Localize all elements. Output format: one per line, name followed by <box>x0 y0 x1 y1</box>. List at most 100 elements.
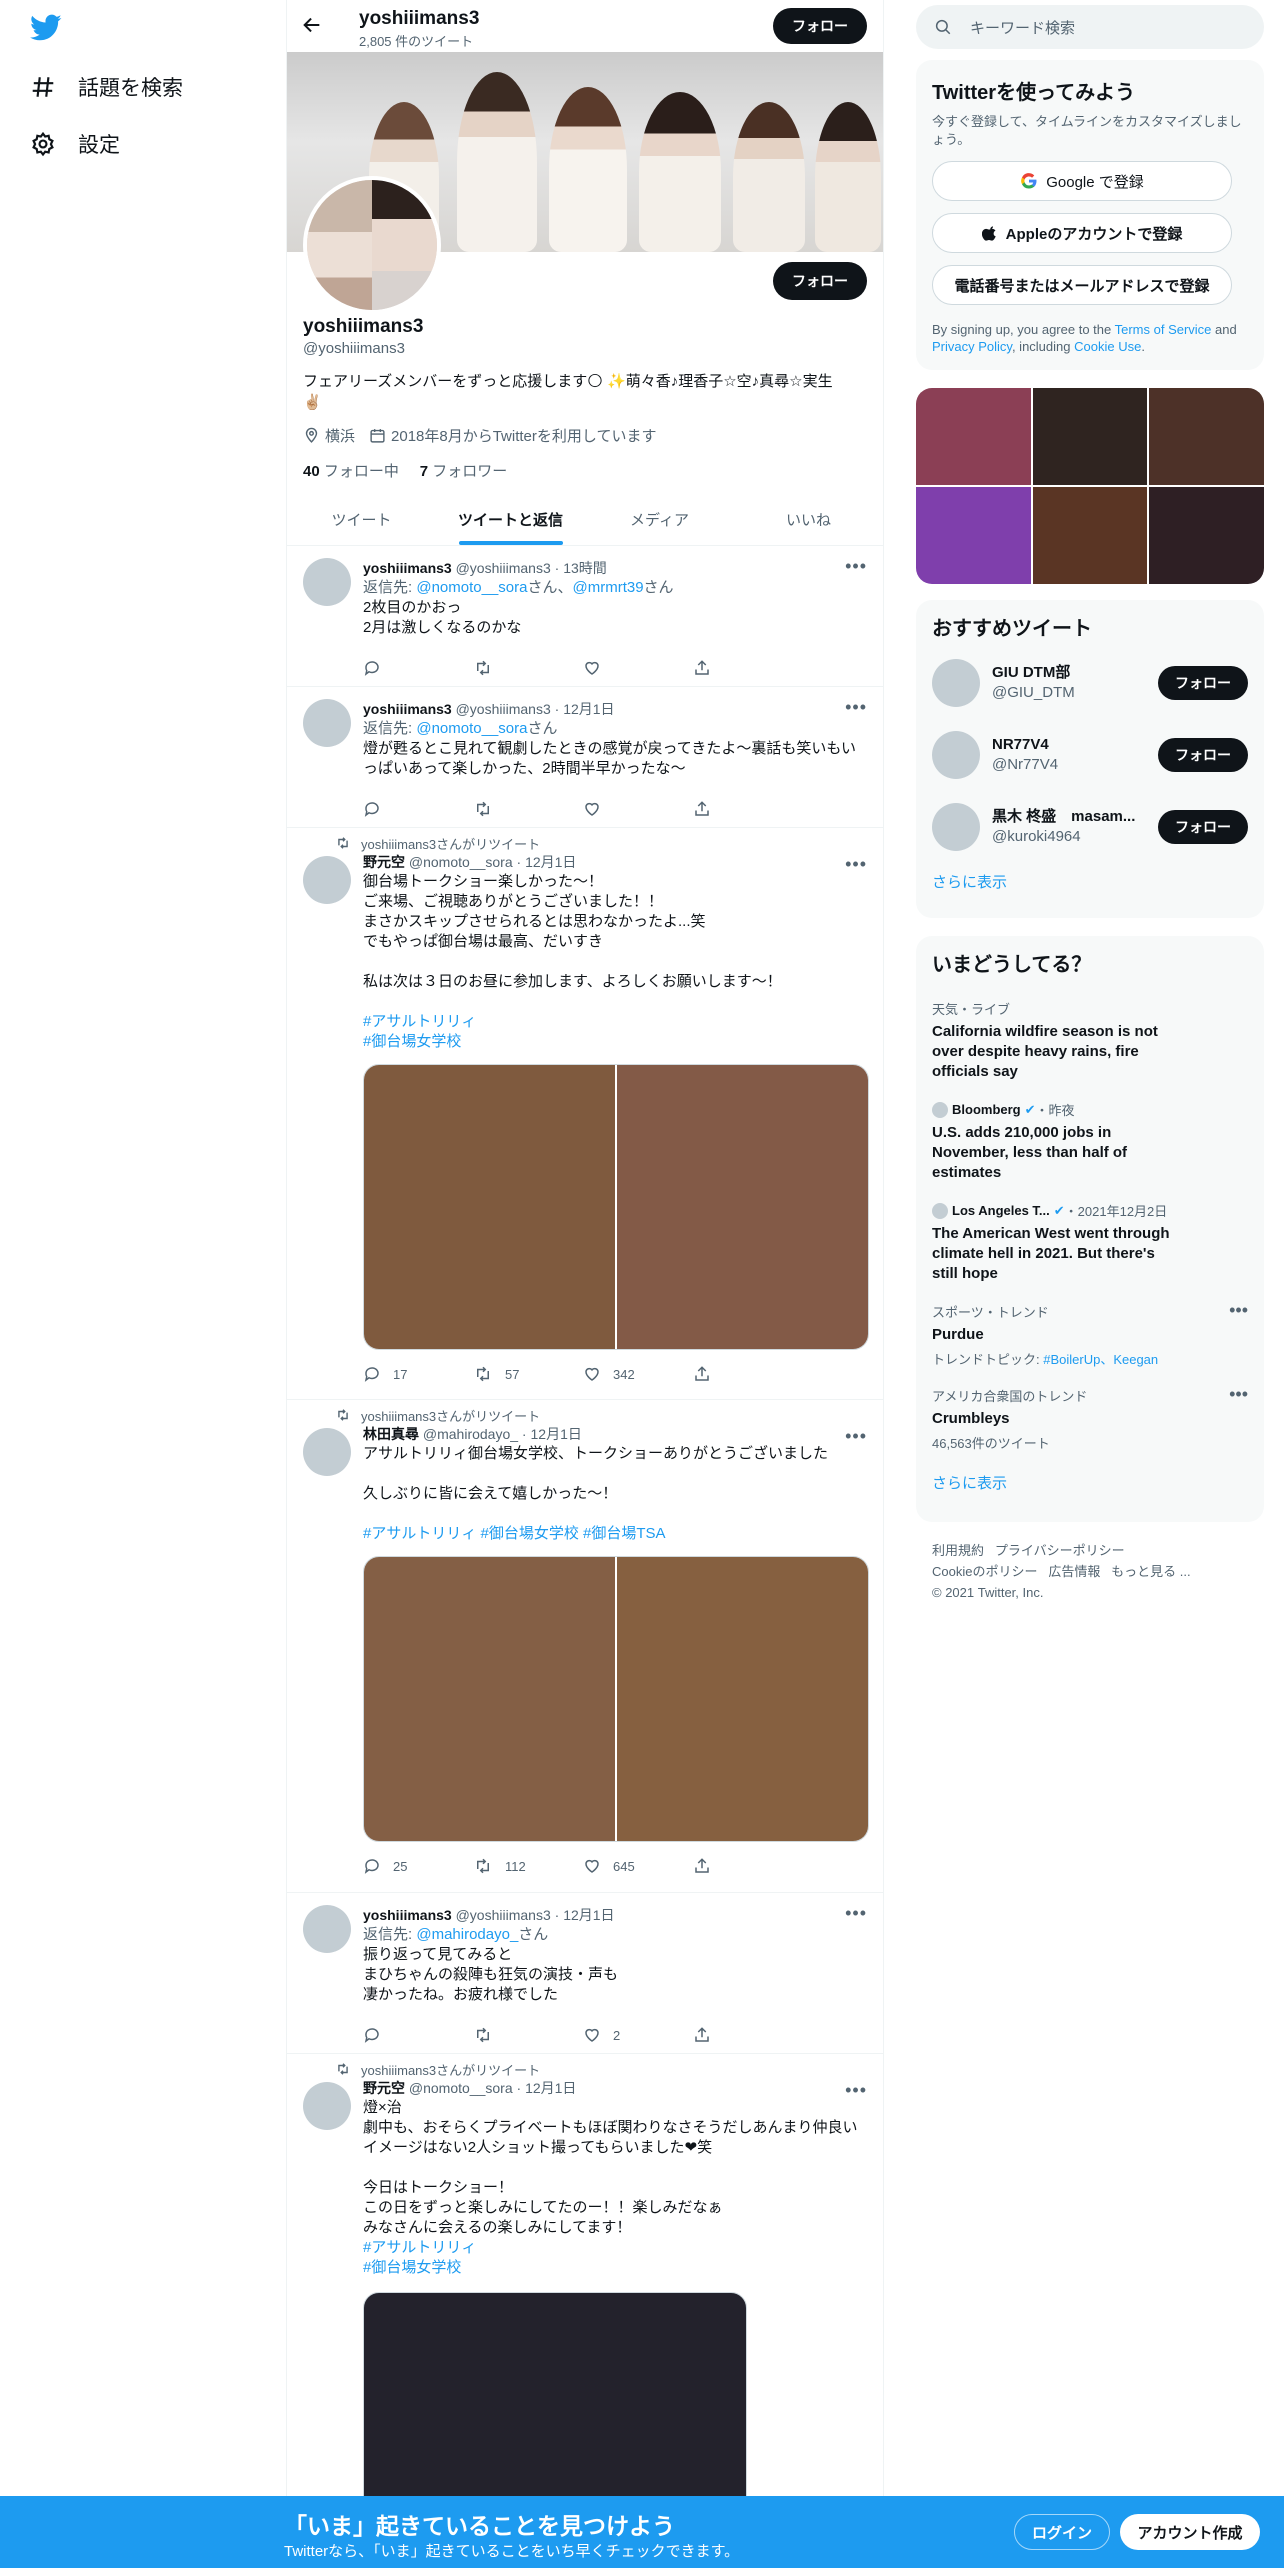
tweet-time[interactable]: 12月1日 <box>525 854 576 870</box>
followers-link[interactable]: 7 フォロワー <box>420 463 508 480</box>
hashtag-link[interactable]: #御台場女学校 <box>481 1525 579 1542</box>
following-link[interactable]: 40 フォロー中 <box>303 463 399 480</box>
retweet-button[interactable] <box>473 659 583 677</box>
trend-item[interactable]: Bloomberg ✔ ・昨夜 U.S. adds 210,000 jobs in … <box>932 1100 1248 1183</box>
tweet-media[interactable] <box>363 1064 869 1350</box>
media-thumbnail[interactable] <box>1149 487 1264 584</box>
avatar[interactable] <box>303 856 351 904</box>
avatar[interactable] <box>303 1905 351 1953</box>
tweet-time[interactable]: 12月1日 <box>563 1907 614 1923</box>
back-arrow-icon[interactable] <box>301 14 323 36</box>
like-button[interactable]: 2 <box>583 2026 693 2044</box>
share-button[interactable] <box>693 2026 803 2044</box>
hashtag-link[interactable]: #アサルトリリィ <box>363 2238 867 2258</box>
tweet-author-name[interactable]: 林田真尋 <box>363 1426 419 1442</box>
reply-mention-link[interactable]: @mrmrt39 <box>572 579 643 596</box>
create-account-button[interactable]: アカウント作成 <box>1120 2514 1260 2550</box>
more-icon[interactable]: ••• <box>845 2080 867 2101</box>
tweet-media[interactable] <box>363 1556 869 1842</box>
media-thumbnail[interactable] <box>916 388 1031 485</box>
reply-mention-link[interactable]: @nomoto__sora <box>416 720 527 737</box>
share-button[interactable] <box>693 800 803 818</box>
reply-button[interactable] <box>363 800 473 818</box>
reply-button[interactable] <box>363 659 473 677</box>
avatar[interactable] <box>932 731 980 779</box>
tab-media[interactable]: メディア <box>585 494 734 545</box>
tweet-author-name[interactable]: yoshiiimans3 <box>363 1907 452 1923</box>
tweet-time[interactable]: 12月1日 <box>531 1426 582 1442</box>
tab-tweets[interactable]: ツイート <box>287 494 436 545</box>
tweet[interactable]: ••• yoshiiimans3 @yoshiiimans3 · 12月1日 返… <box>287 1893 883 2054</box>
tweet-photo[interactable] <box>617 1065 868 1349</box>
trend-topic-link[interactable]: #BoilerUp、Keegan <box>1043 1352 1158 1367</box>
follow-suggestion[interactable]: 黒木 柊盛 masam... @kuroki4964 フォロー <box>932 791 1248 863</box>
hashtag-link[interactable]: #御台場女学校 <box>363 2258 867 2278</box>
tab-likes[interactable]: いいね <box>734 494 883 545</box>
footer-more-link[interactable]: もっと見る ... <box>1111 1564 1190 1579</box>
footer-cookie-link[interactable]: Cookieのポリシー <box>932 1564 1037 1579</box>
reply-mention-link[interactable]: @nomoto__sora <box>416 579 527 596</box>
tweet[interactable]: ••• yoshiiimans3 @yoshiiimans3 · 12月1日 返… <box>287 687 883 828</box>
retweet-button[interactable]: 57 <box>473 1365 583 1383</box>
reply-button[interactable]: 17 <box>363 1365 473 1383</box>
login-button[interactable]: ログイン <box>1014 2514 1110 2550</box>
avatar[interactable] <box>932 803 980 851</box>
suggestion-follow-button[interactable]: フォロー <box>1158 666 1248 700</box>
hashtag-link[interactable]: #御台場女学校 <box>363 1032 867 1052</box>
share-button[interactable] <box>693 659 803 677</box>
media-thumbnail[interactable] <box>1149 388 1264 485</box>
more-icon[interactable]: ••• <box>845 1903 867 1924</box>
tweet[interactable]: yoshiiimans3さんがリツイート ••• 林田真尋 @mahiroday… <box>287 1400 883 1893</box>
tweet-time[interactable]: 12月1日 <box>525 2080 576 2096</box>
tweet[interactable]: yoshiiimans3さんがリツイート ••• 野元空 @nomoto__so… <box>287 828 883 1400</box>
like-button[interactable] <box>583 800 693 818</box>
footer-ads-link[interactable]: 広告情報 <box>1048 1564 1100 1579</box>
twitter-logo-icon[interactable] <box>30 14 62 42</box>
more-icon[interactable]: ••• <box>1229 1384 1248 1405</box>
avatar[interactable] <box>303 1428 351 1476</box>
share-button[interactable] <box>693 1857 803 1875</box>
reply-button[interactable] <box>363 2026 473 2044</box>
tab-tweets-and-replies[interactable]: ツイートと返信 <box>436 494 585 545</box>
like-button[interactable] <box>583 659 693 677</box>
tweet-author-name[interactable]: yoshiiimans3 <box>363 560 452 576</box>
retweet-indicator-text[interactable]: yoshiiimans3さんがリツイート <box>361 834 540 853</box>
more-icon[interactable]: ••• <box>845 556 867 577</box>
show-more-link[interactable]: さらに表示 <box>932 871 1248 892</box>
privacy-link[interactable]: Privacy Policy <box>932 339 1012 354</box>
google-signup-button[interactable]: Google で登録 <box>932 161 1232 201</box>
suggestion-follow-button[interactable]: フォロー <box>1158 810 1248 844</box>
hashtag-link[interactable]: #アサルトリリィ <box>363 1012 867 1032</box>
retweet-button[interactable]: 112 <box>473 1857 583 1875</box>
suggestion-follow-button[interactable]: フォロー <box>1158 738 1248 772</box>
cookie-link[interactable]: Cookie Use <box>1074 339 1141 354</box>
nav-explore[interactable]: 話題を検索 <box>30 67 183 107</box>
search-input[interactable]: キーワード検索 <box>916 5 1264 49</box>
media-thumbnail[interactable] <box>1032 487 1148 584</box>
share-button[interactable] <box>693 1365 803 1383</box>
retweet-button[interactable] <box>473 2026 583 2044</box>
phone-email-signup-button[interactable]: 電話番号またはメールアドレスで登録 <box>932 265 1232 305</box>
trend-item[interactable]: ••• アメリカ合衆国のトレンド Crumbleys 46,563件のツイート <box>932 1384 1248 1452</box>
more-icon[interactable]: ••• <box>845 1426 867 1447</box>
trend-item[interactable]: 天気・ライブ California wildfire season is not… <box>932 999 1248 1082</box>
tweet[interactable]: ••• yoshiiimans3 @yoshiiimans3 · 13時間 返信… <box>287 546 883 687</box>
show-more-link[interactable]: さらに表示 <box>932 1472 1248 1493</box>
hashtag-link[interactable]: #御台場TSA <box>583 1525 666 1542</box>
footer-terms-link[interactable]: 利用規約 <box>932 1543 984 1558</box>
trend-item[interactable]: ••• スポーツ・トレンド Purdue トレンドトピック: #BoilerUp… <box>932 1300 1248 1368</box>
avatar[interactable] <box>303 699 351 747</box>
profile-avatar[interactable] <box>303 176 441 314</box>
tweet-photo[interactable] <box>364 1557 615 1841</box>
more-icon[interactable]: ••• <box>845 697 867 718</box>
footer-privacy-link[interactable]: プライバシーポリシー <box>995 1543 1125 1558</box>
profile-follow-button[interactable]: フォロー <box>773 262 867 300</box>
follow-suggestion[interactable]: GIU DTM部 @GIU_DTM フォロー <box>932 647 1248 719</box>
media-thumbnail[interactable] <box>1032 388 1148 485</box>
avatar[interactable] <box>932 659 980 707</box>
retweet-indicator-text[interactable]: yoshiiimans3さんがリツイート <box>361 1406 540 1425</box>
tweet-time[interactable]: 12月1日 <box>563 701 614 717</box>
retweet-indicator-text[interactable]: yoshiiimans3さんがリツイート <box>361 2060 540 2079</box>
like-button[interactable]: 645 <box>583 1857 693 1875</box>
tweet-author-name[interactable]: 野元空 <box>363 2080 405 2096</box>
